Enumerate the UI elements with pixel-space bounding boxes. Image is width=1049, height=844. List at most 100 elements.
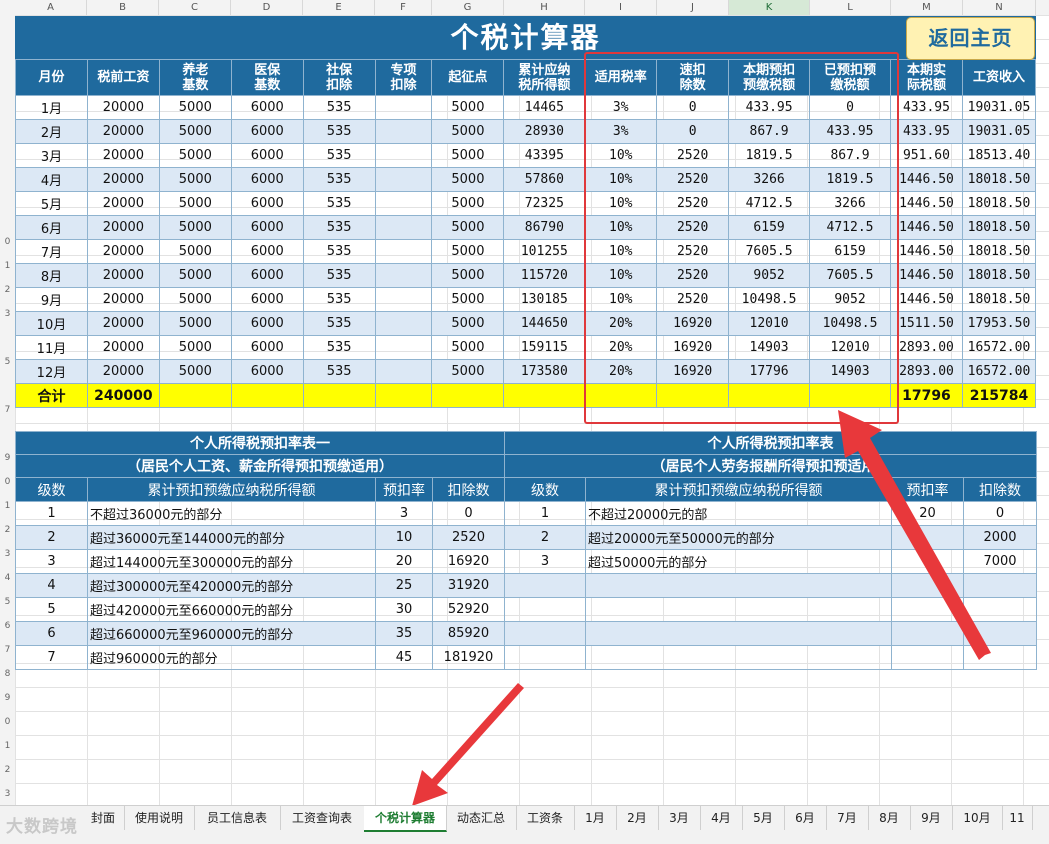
column-letter[interactable]: H bbox=[504, 0, 585, 15]
table-cell[interactable]: 433.95 bbox=[809, 119, 891, 144]
table-cell[interactable]: 2520 bbox=[656, 215, 730, 240]
rate-cell[interactable] bbox=[891, 573, 964, 598]
table-cell[interactable]: 6000 bbox=[230, 263, 304, 288]
table-cell[interactable]: 535 bbox=[302, 215, 376, 240]
table-cell[interactable]: 10% bbox=[584, 167, 658, 192]
table-cell[interactable] bbox=[374, 263, 433, 288]
table-cell[interactable]: 12010 bbox=[809, 335, 891, 360]
table-cell[interactable]: 20000 bbox=[86, 263, 160, 288]
rate-cell[interactable] bbox=[963, 621, 1037, 646]
total-cell[interactable] bbox=[158, 383, 232, 408]
table-cell[interactable]: 6159 bbox=[809, 239, 891, 264]
table-cell[interactable]: 2520 bbox=[656, 263, 730, 288]
table-cell[interactable]: 5000 bbox=[158, 263, 232, 288]
table-cell[interactable]: 6000 bbox=[230, 287, 304, 312]
sheet-tab[interactable]: 员工信息表 bbox=[194, 806, 281, 830]
table-cell[interactable]: 18018.50 bbox=[961, 263, 1037, 288]
table-cell[interactable]: 535 bbox=[302, 359, 376, 384]
rate-cell[interactable] bbox=[891, 597, 964, 622]
column-letter[interactable]: I bbox=[585, 0, 657, 15]
table-cell[interactable]: 5000 bbox=[431, 95, 505, 120]
rate-cell[interactable]: 3 bbox=[15, 549, 88, 574]
rate-cell[interactable]: 10 bbox=[375, 525, 433, 550]
table-cell[interactable]: 6000 bbox=[230, 359, 304, 384]
rate-cell[interactable]: 超过960000元的部分 bbox=[87, 645, 376, 670]
rate-cell[interactable]: 1 bbox=[15, 501, 88, 526]
table-cell[interactable]: 18018.50 bbox=[961, 287, 1037, 312]
table-cell[interactable]: 5000 bbox=[431, 359, 505, 384]
rate-cell[interactable]: 超过144000元至300000元的部分 bbox=[87, 549, 376, 574]
table-cell[interactable]: 10% bbox=[584, 263, 658, 288]
table-cell[interactable]: 86790 bbox=[503, 215, 586, 240]
table-cell[interactable]: 20000 bbox=[86, 191, 160, 216]
table-cell[interactable]: 6000 bbox=[230, 143, 304, 168]
table-cell[interactable]: 6000 bbox=[230, 167, 304, 192]
table-cell[interactable] bbox=[374, 311, 433, 336]
table-cell[interactable] bbox=[374, 239, 433, 264]
row-number[interactable]: 1 bbox=[0, 741, 15, 751]
total-cell[interactable]: 合计 bbox=[15, 383, 88, 408]
table-cell[interactable]: 535 bbox=[302, 167, 376, 192]
table-cell[interactable]: 2893.00 bbox=[889, 335, 963, 360]
table-cell[interactable]: 3% bbox=[584, 95, 658, 120]
sheet-tab[interactable]: 工资条 bbox=[516, 806, 575, 830]
table-cell[interactable]: 5000 bbox=[158, 239, 232, 264]
total-cell[interactable] bbox=[230, 383, 304, 408]
rate-cell[interactable] bbox=[585, 621, 892, 646]
table-cell[interactable]: 20% bbox=[584, 359, 658, 384]
sheet-tab[interactable]: 10月 bbox=[952, 806, 1003, 830]
total-cell[interactable] bbox=[809, 383, 891, 408]
rate-cell[interactable]: 30 bbox=[375, 597, 433, 622]
table-cell[interactable]: 5000 bbox=[431, 239, 505, 264]
rate-cell[interactable]: 20 bbox=[891, 501, 964, 526]
rate-cell[interactable] bbox=[891, 645, 964, 670]
column-letter[interactable]: K bbox=[729, 0, 810, 15]
column-letter[interactable]: B bbox=[87, 0, 159, 15]
rate-cell[interactable] bbox=[891, 621, 964, 646]
table-cell[interactable]: 18018.50 bbox=[961, 215, 1037, 240]
table-cell[interactable]: 18018.50 bbox=[961, 239, 1037, 264]
row-number[interactable]: 0 bbox=[0, 717, 15, 727]
rate-cell[interactable]: 2520 bbox=[432, 525, 505, 550]
table-cell[interactable]: 6000 bbox=[230, 335, 304, 360]
table-cell[interactable]: 16920 bbox=[656, 311, 730, 336]
sheet-tab[interactable]: 1月 bbox=[574, 806, 617, 830]
row-number[interactable]: 5 bbox=[0, 597, 15, 607]
rate-cell[interactable]: 5 bbox=[15, 597, 88, 622]
table-cell[interactable]: 6000 bbox=[230, 215, 304, 240]
table-cell[interactable]: 14903 bbox=[809, 359, 891, 384]
rate-cell[interactable] bbox=[504, 645, 586, 670]
total-cell[interactable] bbox=[503, 383, 586, 408]
sheet-tab[interactable]: 动态汇总 bbox=[446, 806, 517, 830]
sheet-tab[interactable]: 2月 bbox=[616, 806, 659, 830]
table-cell[interactable]: 5000 bbox=[431, 143, 505, 168]
table-cell[interactable]: 5000 bbox=[431, 311, 505, 336]
table-cell[interactable]: 433.95 bbox=[728, 95, 811, 120]
table-cell[interactable]: 433.95 bbox=[889, 95, 963, 120]
rate-cell[interactable] bbox=[891, 525, 964, 550]
table-cell[interactable]: 20000 bbox=[86, 119, 160, 144]
row-number[interactable]: 3 bbox=[0, 309, 15, 319]
table-cell[interactable]: 20000 bbox=[86, 239, 160, 264]
table-cell[interactable]: 20000 bbox=[86, 359, 160, 384]
table-cell[interactable]: 535 bbox=[302, 335, 376, 360]
rate-cell[interactable]: 7000 bbox=[963, 549, 1037, 574]
table-cell[interactable]: 5000 bbox=[158, 311, 232, 336]
table-cell[interactable]: 6000 bbox=[230, 191, 304, 216]
table-cell[interactable]: 115720 bbox=[503, 263, 586, 288]
rate-cell[interactable] bbox=[963, 597, 1037, 622]
table-cell[interactable]: 173580 bbox=[503, 359, 586, 384]
rate-cell[interactable] bbox=[504, 621, 586, 646]
rate-cell[interactable]: 超过420000元至660000元的部分 bbox=[87, 597, 376, 622]
table-cell[interactable]: 20% bbox=[584, 311, 658, 336]
rate-cell[interactable]: 16920 bbox=[432, 549, 505, 574]
column-letter[interactable]: D bbox=[231, 0, 303, 15]
total-cell[interactable] bbox=[302, 383, 376, 408]
rate-cell[interactable]: 超过660000元至960000元的部分 bbox=[87, 621, 376, 646]
table-cell[interactable] bbox=[374, 167, 433, 192]
table-cell[interactable]: 101255 bbox=[503, 239, 586, 264]
table-cell[interactable]: 28930 bbox=[503, 119, 586, 144]
table-cell[interactable]: 9月 bbox=[15, 287, 88, 312]
table-cell[interactable] bbox=[374, 95, 433, 120]
rate-cell[interactable] bbox=[963, 645, 1037, 670]
